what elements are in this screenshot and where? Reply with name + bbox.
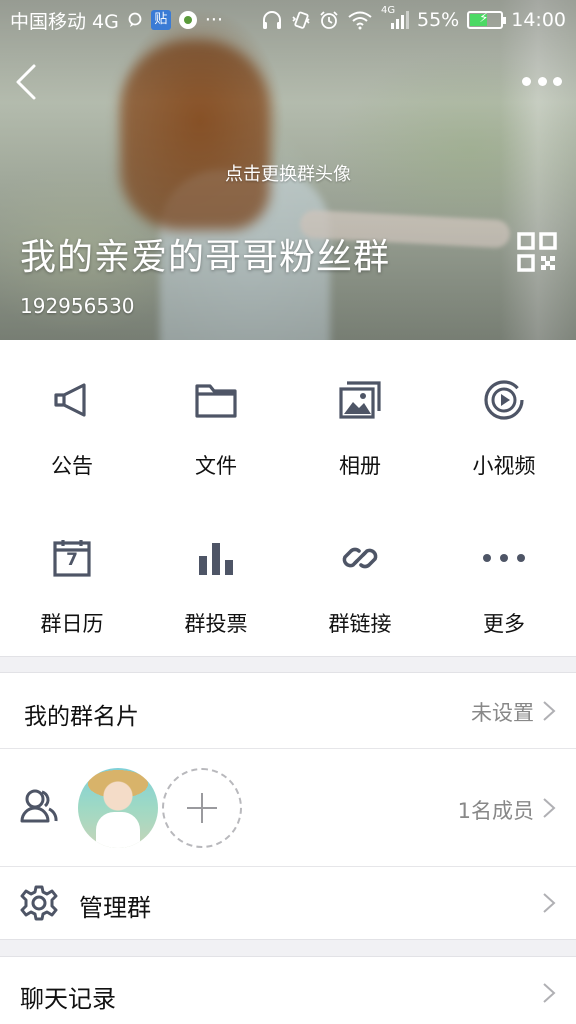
video-play-icon [482,378,526,422]
back-button[interactable] [12,62,42,102]
feature-album[interactable]: 相册 [288,340,432,498]
manage-group-row[interactable]: 管理群 [0,867,576,939]
battery-icon: ⚡ [467,11,507,29]
back-arrow-icon [16,64,36,100]
folder-icon [194,378,238,422]
carrier-label: 中国移动 4G [10,10,119,33]
link-icon [338,536,382,580]
megaphone-icon [50,378,94,422]
status-bar: 中国移动 4G 贴 ··· 4G 55% ⚡ 14:00 [0,0,576,40]
calendar-icon: 7 [50,536,94,580]
chevron-right-icon [543,893,556,913]
feature-label: 更多 [483,612,525,636]
feature-label: 群日历 [40,612,104,636]
feature-announcement[interactable]: 公告 [0,340,144,498]
group-header: 中国移动 4G 贴 ··· 4G 55% ⚡ 14:00 点击更换群头像 我的亲… [0,0,576,340]
bar-chart-icon [194,536,238,580]
feature-label: 小视频 [472,454,536,478]
my-group-card-row[interactable]: 我的群名片 未设置 [0,673,576,748]
more-dot [522,76,531,86]
wifi-icon [348,11,372,30]
my-group-card-title: 我的群名片 [24,704,139,730]
headphones-icon [263,11,281,29]
chat-history-title: 聊天记录 [20,985,116,1013]
more-dots-icon [482,536,526,580]
add-member-button[interactable] [162,768,242,848]
battery-percent: 55% [417,9,460,31]
chevron-right-icon [543,983,556,1003]
member-avatar-figure [96,812,140,848]
feature-label: 群链接 [328,612,392,636]
photo-album-icon [338,378,382,422]
feature-label: 群投票 [184,612,248,636]
more-options-button[interactable] [522,68,562,94]
member-count: 1名成员 [457,799,534,823]
cellular-signal-icon: 4G [381,5,409,31]
app-notification-icon [178,11,197,29]
vibrate-icon [292,11,310,29]
member-avatar[interactable] [78,768,158,848]
section-separator [0,656,576,673]
clock: 14:00 [511,9,566,31]
alarm-icon [320,11,338,29]
more-dot [553,76,562,86]
qr-code-button[interactable] [517,232,557,272]
more-notifications-indicator: ··· [204,9,223,31]
members-icon [20,789,58,823]
tieba-notification-icon: 贴 [150,10,171,30]
calendar-day: 7 [66,550,78,570]
feature-label: 文件 [195,454,237,478]
group-name: 我的亲爱的哥哥粉丝群 [20,237,391,278]
chevron-right-icon [543,701,556,721]
gear-icon [20,885,58,921]
section-separator [0,939,576,957]
feature-group-calendar[interactable]: 7 群日历 [0,498,144,656]
group-id: 192956530 [20,294,135,318]
chevron-right-icon [543,798,556,818]
change-group-avatar-hint[interactable]: 点击更换群头像 [0,160,576,186]
chat-history-row[interactable]: 聊天记录 [0,957,576,1024]
qr-code-icon [517,232,557,272]
feature-short-video[interactable]: 小视频 [432,340,576,498]
feature-group-vote[interactable]: 群投票 [144,498,288,656]
feature-label: 相册 [339,454,381,478]
my-group-card-value: 未设置 [471,701,534,725]
more-dot [537,76,547,86]
feature-group-link[interactable]: 群链接 [288,498,432,656]
charging-icon: ⚡ [479,11,489,26]
feature-more[interactable]: 更多 [432,498,576,656]
feature-label: 公告 [51,454,93,478]
manage-group-title: 管理群 [79,894,151,922]
feature-files[interactable]: 文件 [144,340,288,498]
chat-notification-icon [128,12,142,27]
feature-grid: 公告 文件 相册 小视频 7 群日历 群投票 群链接 更多 [0,340,576,656]
